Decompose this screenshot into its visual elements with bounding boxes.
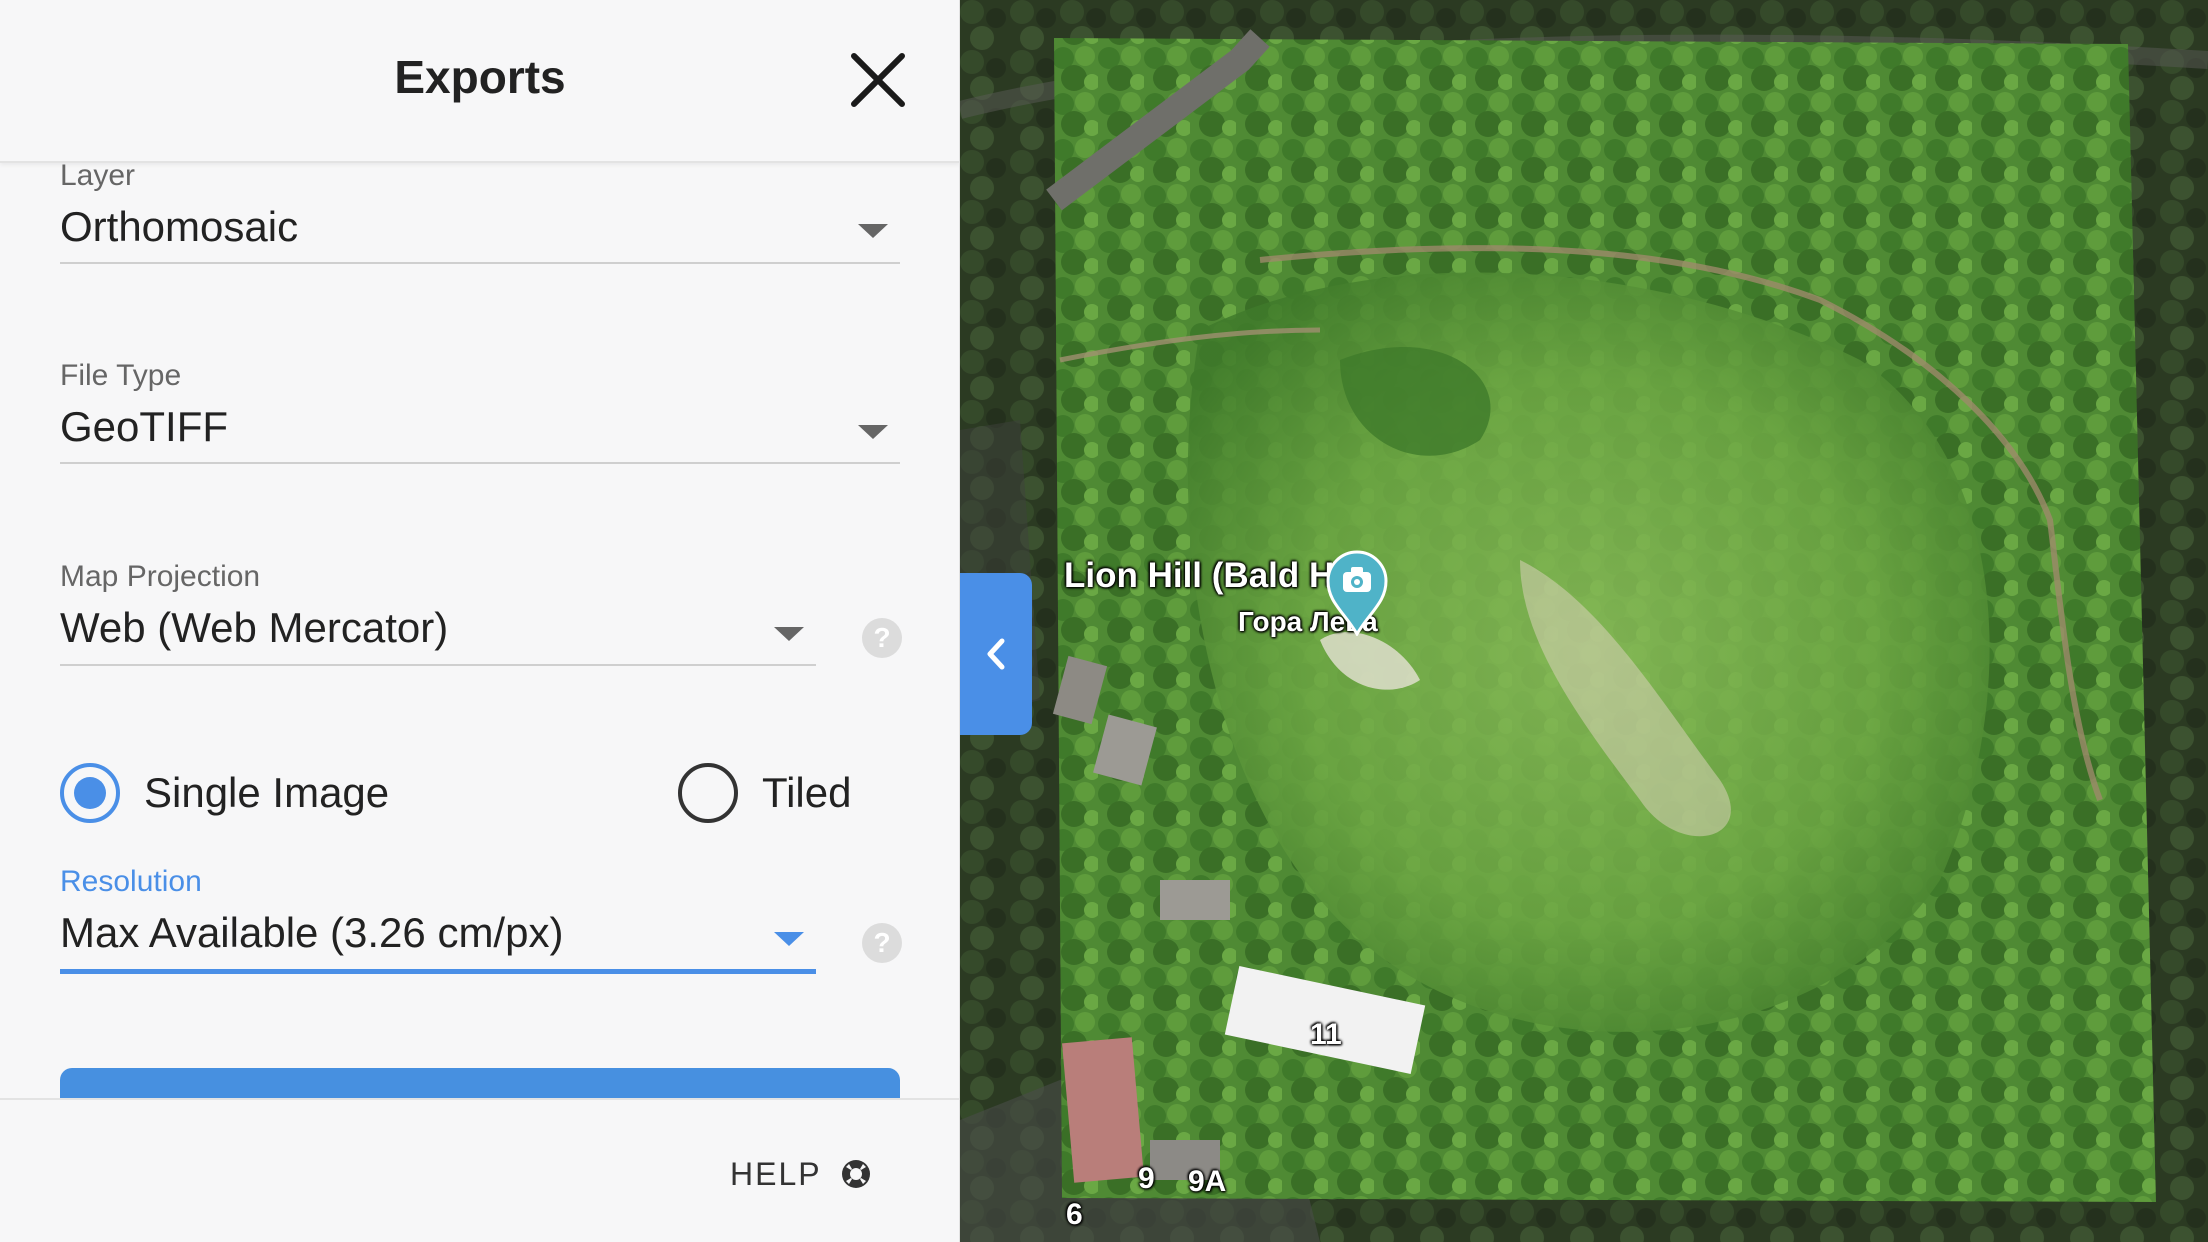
building-number-label: 9A [1188,1165,1227,1198]
tiled-label[interactable]: Tiled [762,768,851,818]
resolution-field[interactable]: Resolution Max Available (3.26 cm/px) [60,864,563,958]
resolution-help-icon[interactable]: ? [862,923,902,963]
building-number-label: 9 [1138,1162,1155,1195]
resolution-underline [60,969,816,974]
resolution-label: Resolution [60,865,202,898]
radio-selected-dot [74,777,106,809]
file-type-underline [60,462,900,464]
layer-label: Layer [60,159,136,192]
single-image-radio[interactable] [60,763,120,823]
camera-pin-icon[interactable] [1326,550,1388,636]
file-type-dropdown-icon[interactable] [858,425,888,439]
projection-underline [60,664,816,666]
file-type-field[interactable]: File Type GeoTIFF [60,358,228,452]
layer-dropdown-icon[interactable] [858,224,888,238]
help-button[interactable]: HELP [730,1154,872,1194]
file-type-label: File Type [60,359,182,392]
exports-panel: Layer Orthomosaic File Type GeoTIFF Map … [0,0,960,1242]
layer-select[interactable]: Orthomosaic [60,202,298,252]
building-number-label: 6 [1066,1198,1083,1231]
panel-footer: HELP [0,1098,959,1242]
satellite-imagery [960,0,2208,1242]
resolution-dropdown-icon[interactable] [774,932,804,946]
single-image-label[interactable]: Single Image [144,768,389,818]
help-label: HELP [730,1156,822,1192]
projection-field[interactable]: Map Projection Web (Web Mercator) [60,559,448,653]
file-type-select[interactable]: GeoTIFF [60,402,228,452]
projection-dropdown-icon[interactable] [774,627,804,641]
layer-underline [60,262,900,264]
page-title: Exports [394,51,566,103]
projection-select[interactable]: Web (Web Mercator) [60,603,448,653]
panel-header: Exports [0,0,959,163]
chevron-left-icon [987,638,1005,670]
tiled-radio[interactable] [678,763,738,823]
resolution-select[interactable]: Max Available (3.26 cm/px) [60,908,563,958]
close-icon[interactable] [848,50,908,110]
projection-label: Map Projection [60,560,261,593]
map-view[interactable]: Lion Hill (Bald Hill) Гора Лева 11 9 9A … [960,0,2208,1242]
lifebuoy-icon [842,1160,871,1188]
projection-help-icon[interactable]: ? [862,618,902,658]
building-number-label: 11 [1310,1018,1342,1051]
collapse-panel-button[interactable] [960,573,1032,735]
layer-field[interactable]: Layer Orthomosaic [60,158,298,252]
